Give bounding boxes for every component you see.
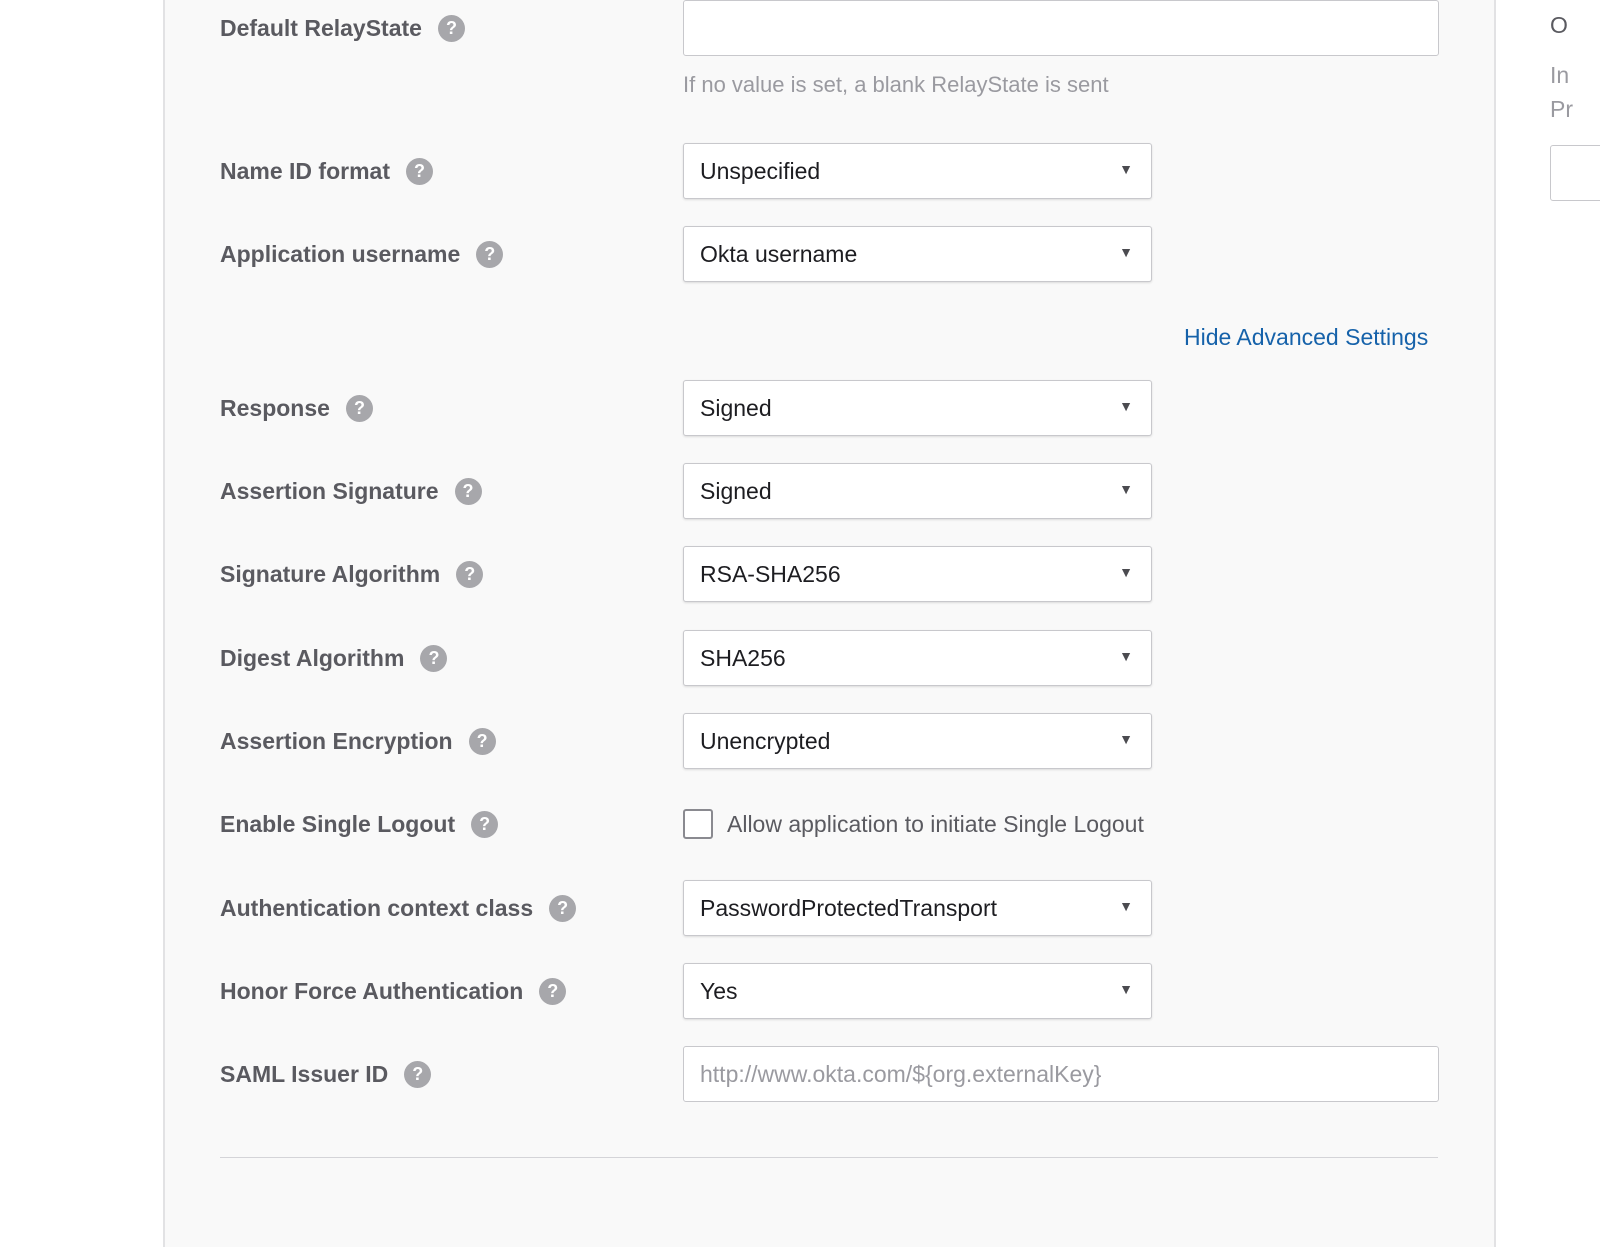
response-label: Response ? — [220, 394, 373, 422]
honor-force-authentication-value: Yes — [700, 977, 738, 1004]
digest-algorithm-value: SHA256 — [700, 644, 786, 671]
row-authentication-context-class: Authentication context class ? PasswordP… — [220, 880, 1460, 936]
enable-single-logout-label-text: Enable Single Logout — [220, 810, 456, 837]
help-icon[interactable]: ? — [454, 477, 482, 505]
digest-algorithm-label-text: Digest Algorithm — [220, 644, 405, 671]
assertion-encryption-value: Unencrypted — [700, 727, 831, 754]
chevron-down-icon: ▼ — [1119, 244, 1133, 260]
authentication-context-class-value: PasswordProtectedTransport — [700, 894, 998, 921]
help-icon[interactable]: ? — [549, 894, 577, 922]
single-logout-checkbox-label[interactable]: Allow application to initiate Single Log… — [727, 811, 1144, 838]
row-application-username: Application username ? Okta username ▼ — [220, 226, 1460, 282]
name-id-format-control: Unspecified ▼ — [683, 143, 1152, 199]
row-digest-algorithm: Digest Algorithm ? SHA256 ▼ — [220, 630, 1460, 686]
application-username-select[interactable]: Okta username ▼ — [683, 226, 1152, 282]
honor-force-authentication-label: Honor Force Authentication ? — [220, 977, 567, 1005]
name-id-format-label-text: Name ID format — [220, 157, 390, 184]
chevron-down-icon: ▼ — [1119, 731, 1133, 747]
help-icon[interactable]: ? — [420, 644, 448, 672]
authentication-context-class-control: PasswordProtectedTransport ▼ — [683, 880, 1152, 936]
application-username-control: Okta username ▼ — [683, 226, 1152, 282]
chevron-down-icon: ▼ — [1119, 564, 1133, 580]
help-icon[interactable]: ? — [404, 1060, 432, 1088]
assertion-encryption-label-text: Assertion Encryption — [220, 727, 453, 754]
chevron-down-icon: ▼ — [1119, 161, 1133, 177]
assertion-encryption-control: Unencrypted ▼ — [683, 713, 1152, 769]
row-default-relaystate: Default RelayState ? — [220, 0, 1460, 56]
default-relaystate-control — [683, 0, 1439, 56]
enable-single-logout-label: Enable Single Logout ? — [220, 810, 499, 838]
row-saml-issuer-id: SAML Issuer ID ? http://www.okta.com/${o… — [220, 1046, 1460, 1102]
response-label-text: Response — [220, 394, 330, 421]
assertion-signature-select[interactable]: Signed ▼ — [683, 463, 1152, 519]
name-id-format-select[interactable]: Unspecified ▼ — [683, 143, 1152, 199]
saml-issuer-id-label-text: SAML Issuer ID — [220, 1060, 389, 1087]
help-icon[interactable]: ? — [345, 394, 373, 422]
assertion-signature-label-text: Assertion Signature — [220, 477, 439, 504]
chevron-down-icon: ▼ — [1119, 981, 1133, 997]
default-relaystate-label-text: Default RelayState — [220, 14, 422, 41]
help-icon[interactable]: ? — [471, 810, 499, 838]
section-divider — [220, 1157, 1438, 1158]
help-icon[interactable]: ? — [405, 157, 433, 185]
application-username-label: Application username ? — [220, 240, 504, 268]
signature-algorithm-value: RSA-SHA256 — [700, 560, 841, 587]
assertion-encryption-select[interactable]: Unencrypted ▼ — [683, 713, 1152, 769]
single-logout-checkbox[interactable] — [683, 809, 713, 839]
assertion-encryption-label: Assertion Encryption ? — [220, 727, 496, 755]
name-id-format-value: Unspecified — [700, 157, 821, 184]
honor-force-authentication-control: Yes ▼ — [683, 963, 1152, 1019]
right-panel-heading: O — [1550, 12, 1568, 38]
help-icon[interactable]: ? — [468, 727, 496, 755]
digest-algorithm-label: Digest Algorithm ? — [220, 644, 448, 672]
row-enable-single-logout: Enable Single Logout ? Allow application… — [220, 796, 1460, 852]
saml-issuer-id-control: http://www.okta.com/${org.externalKey} — [683, 1046, 1439, 1102]
row-signature-algorithm: Signature Algorithm ? RSA-SHA256 ▼ — [220, 546, 1460, 602]
authentication-context-class-select[interactable]: PasswordProtectedTransport ▼ — [683, 880, 1152, 936]
row-response: Response ? Signed ▼ — [220, 380, 1460, 436]
row-honor-force-authentication: Honor Force Authentication ? Yes ▼ — [220, 963, 1460, 1019]
help-icon[interactable]: ? — [456, 560, 484, 588]
right-panel-button[interactable] — [1550, 145, 1600, 201]
default-relaystate-label: Default RelayState ? — [220, 14, 465, 42]
assertion-signature-label: Assertion Signature ? — [220, 477, 482, 505]
right-panel-text-2: Pr — [1550, 96, 1573, 122]
row-assertion-signature: Assertion Signature ? Signed ▼ — [220, 463, 1460, 519]
signature-algorithm-select[interactable]: RSA-SHA256 ▼ — [683, 546, 1152, 602]
digest-algorithm-control: SHA256 ▼ — [683, 630, 1152, 686]
chevron-down-icon: ▼ — [1119, 648, 1133, 664]
help-icon[interactable]: ? — [539, 977, 567, 1005]
signature-algorithm-control: RSA-SHA256 ▼ — [683, 546, 1152, 602]
response-select[interactable]: Signed ▼ — [683, 380, 1152, 436]
assertion-signature-value: Signed — [700, 477, 772, 504]
chevron-down-icon: ▼ — [1119, 481, 1133, 497]
saml-issuer-id-label: SAML Issuer ID ? — [220, 1060, 432, 1088]
assertion-signature-control: Signed ▼ — [683, 463, 1152, 519]
enable-single-logout-control: Allow application to initiate Single Log… — [683, 809, 1144, 839]
application-username-label-text: Application username — [220, 240, 461, 267]
row-name-id-format: Name ID format ? Unspecified ▼ — [220, 143, 1460, 199]
signature-algorithm-label: Signature Algorithm ? — [220, 560, 484, 588]
right-panel-text-1: In — [1550, 62, 1570, 88]
authentication-context-class-label: Authentication context class ? — [220, 894, 577, 922]
application-username-value: Okta username — [700, 240, 858, 267]
chevron-down-icon: ▼ — [1119, 898, 1133, 914]
response-value: Signed — [700, 394, 772, 421]
default-relaystate-input[interactable] — [683, 0, 1439, 56]
honor-force-authentication-select[interactable]: Yes ▼ — [683, 963, 1152, 1019]
authentication-context-class-label-text: Authentication context class — [220, 894, 534, 921]
chevron-down-icon: ▼ — [1119, 398, 1133, 414]
honor-force-authentication-label-text: Honor Force Authentication — [220, 977, 524, 1004]
default-relaystate-hint: If no value is set, a blank RelayState i… — [683, 72, 1109, 97]
help-icon[interactable]: ? — [476, 240, 504, 268]
saml-issuer-id-input[interactable]: http://www.okta.com/${org.externalKey} — [683, 1046, 1439, 1102]
hide-advanced-settings-link[interactable]: Hide Advanced Settings — [1184, 324, 1428, 351]
signature-algorithm-label-text: Signature Algorithm — [220, 560, 441, 587]
help-icon[interactable]: ? — [437, 14, 465, 42]
response-control: Signed ▼ — [683, 380, 1152, 436]
row-assertion-encryption: Assertion Encryption ? Unencrypted ▼ — [220, 713, 1460, 769]
name-id-format-label: Name ID format ? — [220, 157, 433, 185]
digest-algorithm-select[interactable]: SHA256 ▼ — [683, 630, 1152, 686]
